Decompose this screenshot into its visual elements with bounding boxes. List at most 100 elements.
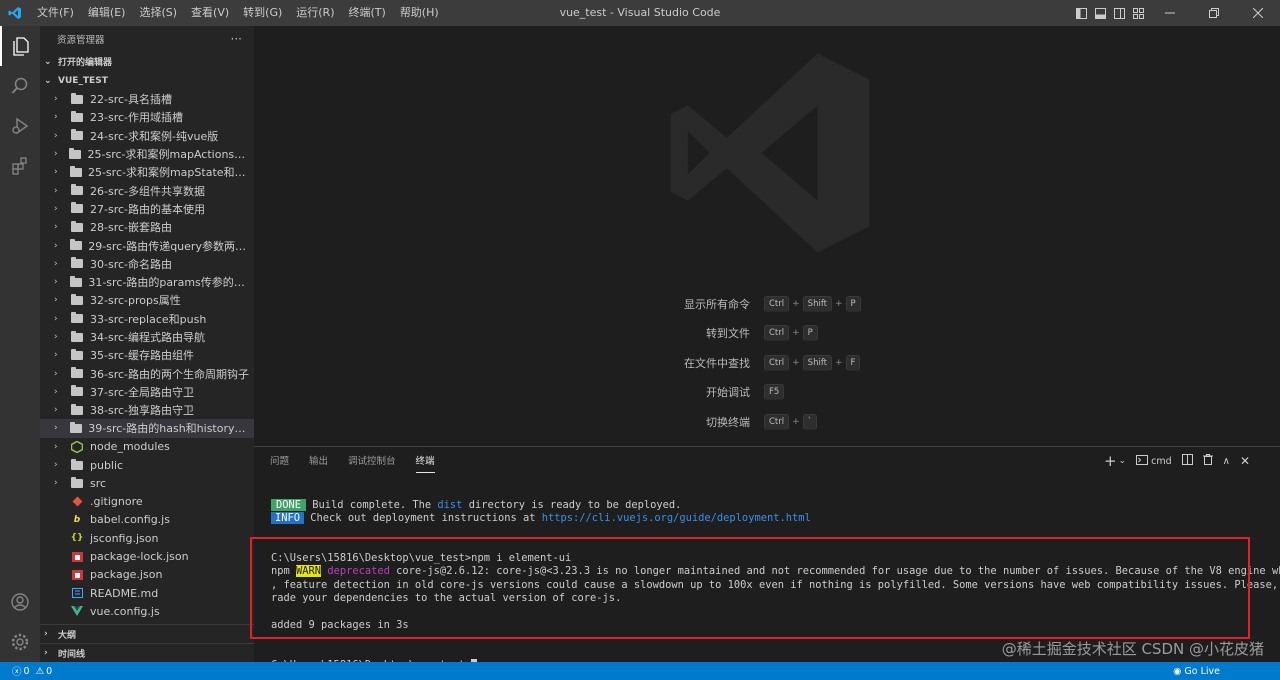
run-debug-icon[interactable] [0, 106, 40, 146]
more-actions-icon[interactable]: ··· [231, 32, 242, 46]
tree-file[interactable]: package.json [40, 566, 254, 584]
activity-bar [0, 26, 40, 662]
project-section[interactable]: ⌄ VUE_TEST [40, 71, 254, 90]
menu-go[interactable]: 转到(G) [236, 0, 289, 26]
shortcut-start-debugging[interactable]: 开始调试 F5 [254, 382, 1280, 402]
folder-icon [70, 348, 84, 361]
explorer-icon[interactable] [0, 26, 40, 66]
explorer-title: 资源管理器 [57, 35, 105, 46]
toggle-panel-icon[interactable] [1091, 0, 1110, 26]
tree-folder[interactable]: › 34-src-编程式路由导航 [40, 328, 254, 346]
menu-edit[interactable]: 编辑(E) [81, 0, 133, 26]
toggle-sidebar-icon[interactable] [1072, 0, 1091, 26]
settings-gear-icon[interactable] [0, 622, 40, 662]
tree-folder[interactable]: › 26-src-多组件共享数据 [40, 181, 254, 199]
tree-folder[interactable]: › 36-src-路由的两个生命周期钩子 [40, 364, 254, 382]
tab-debug-console[interactable]: 调试控制台 [348, 453, 396, 473]
menu-selection[interactable]: 选择(S) [132, 0, 184, 26]
extensions-icon[interactable] [0, 146, 40, 186]
tree-folder[interactable]: › 30-src-命名路由 [40, 255, 254, 273]
npm-icon [70, 551, 84, 563]
folder-icon [70, 184, 84, 197]
account-icon[interactable] [0, 582, 40, 622]
outline-section[interactable]: › 大纲 [40, 624, 254, 643]
tree-folder[interactable]: › 32-src-props属性 [40, 291, 254, 309]
maximize-panel-icon[interactable]: ∧ [1223, 456, 1230, 467]
tree-file[interactable]: {} jsconfig.json [40, 529, 254, 547]
tree-item-label: 23-src-作用域插槽 [90, 111, 183, 125]
chevron-down-icon[interactable]: ⌄ [1119, 456, 1127, 466]
trash-icon[interactable] [1202, 454, 1213, 468]
tree-item-label: vue.config.js [90, 604, 160, 618]
terminal-shell-icon [1136, 454, 1149, 468]
tree-folder[interactable]: › 38-src-独享路由守卫 [40, 401, 254, 419]
folder-icon [70, 220, 84, 233]
tree-item-label: public [90, 458, 124, 472]
close-panel-icon[interactable]: ✕ [1240, 454, 1250, 468]
tree-file[interactable]: package-lock.json [40, 547, 254, 565]
tree-file[interactable]: .gitignore [40, 493, 254, 511]
close-icon[interactable] [1236, 0, 1280, 26]
shortcut-show-all-commands[interactable]: 显示所有命令 Ctrl + Shift + P [254, 294, 1280, 314]
tree-folder[interactable]: › 31-src-路由的params传参的两种... [40, 273, 254, 291]
terminal-shell-name[interactable]: cmd [1151, 456, 1172, 467]
menu-view[interactable]: 查看(V) [184, 0, 236, 26]
explorer-sidebar: 资源管理器 ··· ⌄ 打开的编辑器 ⌄ VUE_TEST › 22-src-具名插槽… [40, 26, 254, 662]
folder-icon [70, 367, 84, 380]
minimize-icon[interactable] [1148, 0, 1192, 26]
folder-icon [70, 312, 84, 325]
tree-folder[interactable]: › 35-src-缓存路由组件 [40, 346, 254, 364]
folder-icon [70, 330, 84, 343]
tree-folder[interactable]: › 33-src-replace和push [40, 310, 254, 328]
tree-file[interactable]: vue.config.js [40, 602, 254, 620]
menu-file[interactable]: 文件(F) [30, 0, 81, 26]
git-icon [70, 496, 84, 508]
golive-button[interactable]: ◉ Go Live [1173, 662, 1220, 680]
json-icon: {} [70, 533, 84, 544]
customize-layout-icon[interactable] [1129, 0, 1148, 26]
folder-icon [69, 147, 82, 160]
menu-bar: 文件(F) 编辑(E) 选择(S) 查看(V) 转到(G) 运行(R) 终端(T… [30, 0, 446, 26]
tree-item-label: 31-src-路由的params传参的两种... [88, 276, 254, 290]
chevron-right-icon: › [44, 629, 48, 639]
new-terminal-plus-icon[interactable]: + [1104, 452, 1117, 470]
tree-file[interactable]: README.md [40, 584, 254, 602]
folder-icon [69, 421, 82, 434]
tree-folder[interactable]: › 25-src-求和案例mapActions和ma... [40, 145, 254, 163]
tree-folder[interactable]: › 25-src-求和案例mapState和map... [40, 163, 254, 181]
shortcut-go-to-file[interactable]: 转到文件 Ctrl + P [254, 323, 1280, 343]
tree-folder[interactable]: › 23-src-作用域插槽 [40, 108, 254, 126]
timeline-section[interactable]: › 时间线 [40, 643, 254, 662]
shortcut-toggle-terminal[interactable]: 切换终端 Ctrl + ` [254, 412, 1280, 432]
tab-terminal[interactable]: 终端 [415, 453, 435, 473]
tree-folder[interactable]: › 22-src-具名插槽 [40, 90, 254, 108]
tab-problems[interactable]: 问题 [270, 453, 289, 473]
toggle-secondary-sidebar-icon[interactable] [1110, 0, 1129, 26]
problems-status[interactable]: ⓧ 0 ⚠ 0 [0, 664, 52, 679]
image-watermark: @稀土掘金技术社区 CSDN @小花皮猪 [1001, 640, 1264, 658]
shortcut-find-in-files[interactable]: 在文件中查找 Ctrl + Shift + F [254, 353, 1280, 373]
menu-terminal[interactable]: 终端(T) [342, 0, 393, 26]
tree-folder[interactable]: › node_modules [40, 438, 254, 456]
menu-run[interactable]: 运行(R) [289, 0, 341, 26]
tree-folder[interactable]: › src [40, 474, 254, 492]
deployment-link[interactable]: https://cli.vuejs.org/guide/deployment.h… [542, 512, 811, 524]
chevron-right-icon: › [54, 240, 58, 251]
chevron-right-icon: › [54, 258, 58, 269]
tree-folder[interactable]: › public [40, 456, 254, 474]
menu-help[interactable]: 帮助(H) [393, 0, 446, 26]
tab-output[interactable]: 输出 [309, 453, 328, 473]
tree-item-label: 35-src-缓存路由组件 [90, 349, 194, 363]
search-icon[interactable] [0, 66, 40, 106]
tree-folder[interactable]: › 24-src-求和案例-纯vue版 [40, 127, 254, 145]
tree-folder[interactable]: › 28-src-嵌套路由 [40, 218, 254, 236]
tree-item-label: README.md [90, 586, 159, 600]
open-editors-section[interactable]: ⌄ 打开的编辑器 [40, 52, 254, 71]
tree-folder[interactable]: › 27-src-路由的基本使用 [40, 200, 254, 218]
tree-folder[interactable]: › 39-src-路由的hash和history工作... [40, 419, 254, 438]
tree-file[interactable]: b babel.config.js [40, 511, 254, 529]
split-terminal-icon[interactable] [1181, 454, 1193, 468]
restore-icon[interactable] [1192, 0, 1236, 26]
tree-folder[interactable]: › 29-src-路由传递query参数两种方... [40, 236, 254, 254]
tree-folder[interactable]: › 37-src-全局路由守卫 [40, 383, 254, 401]
